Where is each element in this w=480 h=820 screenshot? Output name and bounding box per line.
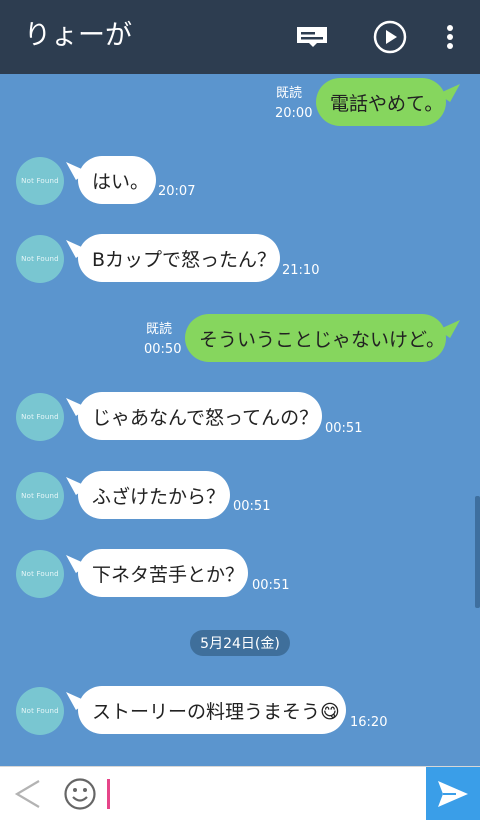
message-input-bar (0, 766, 480, 820)
chat-area[interactable]: 既読 20:00 電話やめて。 Not Found はい。 20:07 Not … (0, 74, 480, 766)
message-bubble-in[interactable]: 下ネタ苦手とか？ (78, 549, 248, 597)
read-receipt: 既読 (146, 322, 173, 337)
message-time: 16:20 (350, 715, 388, 730)
message-time: 00:51 (252, 578, 290, 593)
message-time: 00:51 (233, 499, 271, 514)
message-bubble-out[interactable]: そういうことじゃないけど。 (185, 314, 446, 362)
back-chevron-icon[interactable] (8, 774, 48, 814)
read-receipt: 既読 (276, 86, 303, 101)
avatar[interactable]: Not Found (16, 157, 64, 205)
message-time: 00:50 (144, 342, 182, 357)
message-input[interactable] (104, 776, 422, 812)
message-bubble-in[interactable]: ふざけたから？ (78, 471, 230, 519)
message-bubble-in[interactable]: じゃあなんで怒ってんの？ (78, 392, 322, 440)
avatar[interactable]: Not Found (16, 550, 64, 598)
emoji-icon[interactable] (62, 776, 98, 812)
message-time: 21:10 (282, 263, 320, 278)
message-time: 20:00 (275, 106, 313, 121)
message-time: 20:07 (158, 184, 196, 199)
send-icon[interactable] (426, 767, 480, 820)
message-bubble-out[interactable]: 電話やめて。 (316, 78, 446, 126)
message-time: 00:51 (325, 421, 363, 436)
more-vertical-icon[interactable] (434, 19, 466, 55)
play-icon[interactable] (372, 19, 408, 55)
avatar[interactable]: Not Found (16, 687, 64, 735)
memo-icon[interactable] (294, 19, 330, 55)
chat-header: りょーが (0, 0, 480, 74)
message-bubble-in[interactable]: Bカップで怒ったん？ (78, 234, 280, 282)
chat-title: りょーが (24, 20, 132, 51)
avatar[interactable]: Not Found (16, 393, 64, 441)
avatar[interactable]: Not Found (16, 472, 64, 520)
text-caret (107, 779, 110, 809)
avatar[interactable]: Not Found (16, 235, 64, 283)
message-bubble-in[interactable]: ストーリーの料理うまそう😋 (78, 686, 346, 734)
message-bubble-in[interactable]: はい。 (78, 156, 156, 204)
scrollbar[interactable] (475, 496, 480, 608)
date-separator: 5月24日(金) (190, 630, 290, 656)
